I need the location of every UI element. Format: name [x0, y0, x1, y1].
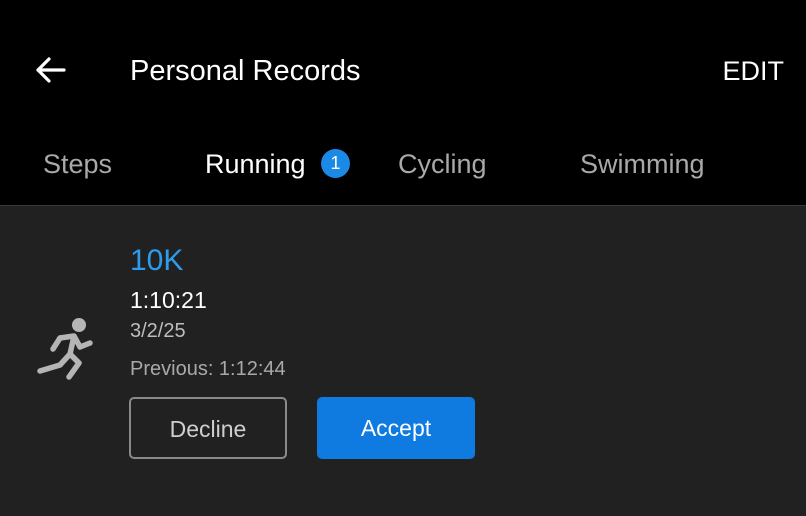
- personal-records-screen: Personal Records EDIT Steps Running 1 Cy…: [0, 0, 806, 516]
- running-person-icon: [37, 318, 93, 380]
- record-time: 1:10:21: [130, 287, 207, 313]
- record-name: 10K: [130, 244, 184, 277]
- tab-swimming[interactable]: Swimming: [580, 146, 705, 182]
- tab-running[interactable]: Running: [205, 146, 306, 182]
- record-card: 10K 1:10:21 3/2/25 Previous: 1:12:44 Dec…: [0, 206, 806, 516]
- edit-button[interactable]: EDIT: [722, 53, 784, 89]
- previous-record: Previous: 1:12:44: [130, 358, 286, 380]
- app-header: Personal Records EDIT Steps Running 1 Cy…: [0, 0, 806, 206]
- decline-button[interactable]: Decline: [129, 397, 287, 459]
- running-tab-badge: 1: [321, 149, 350, 178]
- record-date: 3/2/25: [130, 320, 186, 342]
- page-title: Personal Records: [130, 55, 361, 87]
- back-button[interactable]: [30, 52, 70, 88]
- tab-steps[interactable]: Steps: [43, 146, 112, 182]
- accept-button[interactable]: Accept: [317, 397, 475, 459]
- arrow-left-icon: [36, 57, 66, 83]
- tab-cycling[interactable]: Cycling: [398, 146, 487, 182]
